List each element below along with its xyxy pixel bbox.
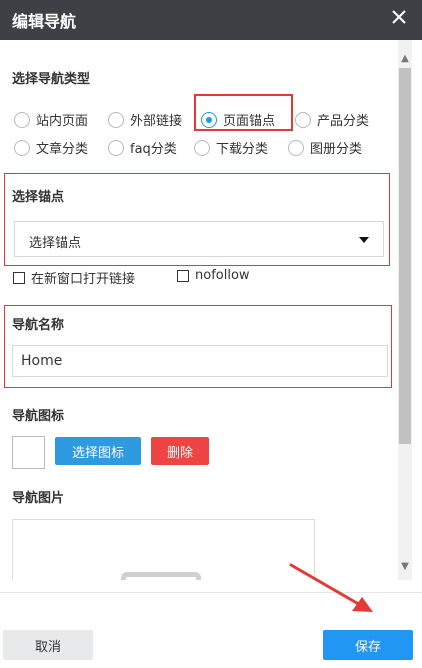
nav-image-label: 导航图片 bbox=[12, 491, 65, 506]
nav-image-upload-area[interactable] bbox=[12, 519, 315, 580]
radio-product-category[interactable]: 产品分类 bbox=[295, 110, 369, 129]
nav-type-label: 选择导航类型 bbox=[12, 72, 91, 87]
delete-icon-button[interactable]: 删除 bbox=[151, 437, 209, 465]
dialog-title: 编辑导航 bbox=[12, 12, 77, 31]
checkbox-box bbox=[177, 269, 189, 282]
radio-label: 站内页面 bbox=[36, 114, 89, 129]
checkbox-label: nofollow bbox=[195, 268, 250, 283]
scroll-down-icon[interactable]: ▼ bbox=[398, 560, 412, 574]
nav-name-input[interactable] bbox=[12, 345, 388, 377]
radio-circle bbox=[14, 111, 30, 128]
radio-circle bbox=[194, 139, 210, 156]
annotation-box-selected-radio bbox=[194, 94, 293, 131]
scroll-up-icon[interactable]: ▲ bbox=[398, 52, 412, 66]
radio-download-category[interactable]: 下载分类 bbox=[194, 138, 268, 157]
dialog-titlebar: 编辑导航 bbox=[0, 0, 422, 40]
radio-external-link[interactable]: 外部链接 bbox=[108, 110, 182, 129]
radio-label: 产品分类 bbox=[317, 114, 370, 129]
radio-label: 图册分类 bbox=[310, 142, 363, 157]
dialog-footer: 取消 保存 bbox=[0, 592, 422, 668]
anchor-select[interactable]: 选择锚点 bbox=[14, 221, 384, 257]
radio-faq-category[interactable]: faq分类 bbox=[108, 138, 177, 157]
content-scrollbar[interactable]: ▲ ▼ bbox=[398, 40, 412, 580]
anchor-select-value: 选择锚点 bbox=[29, 236, 82, 251]
nav-name-label: 导航名称 bbox=[12, 318, 65, 333]
radio-gallery-category[interactable]: 图册分类 bbox=[288, 138, 362, 157]
scrollbar-thumb[interactable] bbox=[399, 68, 411, 444]
anchor-label: 选择锚点 bbox=[12, 190, 65, 205]
nav-icon-preview bbox=[12, 436, 45, 469]
new-window-checkbox[interactable]: 在新窗口打开链接 bbox=[13, 268, 135, 287]
cancel-button[interactable]: 取消 bbox=[3, 630, 93, 660]
checkbox-label: 在新窗口打开链接 bbox=[31, 272, 136, 287]
radio-circle bbox=[14, 139, 30, 156]
image-placeholder-icon bbox=[121, 572, 201, 580]
save-button[interactable]: 保存 bbox=[323, 630, 413, 660]
radio-circle bbox=[288, 139, 304, 156]
dialog-content: 选择导航类型 站内页面 外部链接 页面锚点 产品分类 文章分类 faq分类 下载… bbox=[0, 40, 398, 580]
radio-label: 文章分类 bbox=[36, 142, 89, 157]
close-icon[interactable] bbox=[388, 6, 410, 28]
checkbox-box bbox=[13, 271, 25, 284]
radio-circle bbox=[108, 111, 124, 128]
radio-article-category[interactable]: 文章分类 bbox=[14, 138, 88, 157]
nofollow-checkbox[interactable]: nofollow bbox=[177, 268, 250, 283]
select-icon-button[interactable]: 选择图标 bbox=[55, 437, 141, 465]
radio-label: faq分类 bbox=[130, 142, 177, 157]
nav-icon-label: 导航图标 bbox=[12, 409, 65, 424]
radio-label: 下载分类 bbox=[216, 142, 269, 157]
radio-circle bbox=[295, 111, 311, 128]
radio-site-page[interactable]: 站内页面 bbox=[14, 110, 88, 129]
radio-circle bbox=[108, 139, 124, 156]
caret-down-icon bbox=[359, 237, 369, 243]
radio-label: 外部链接 bbox=[130, 114, 183, 129]
